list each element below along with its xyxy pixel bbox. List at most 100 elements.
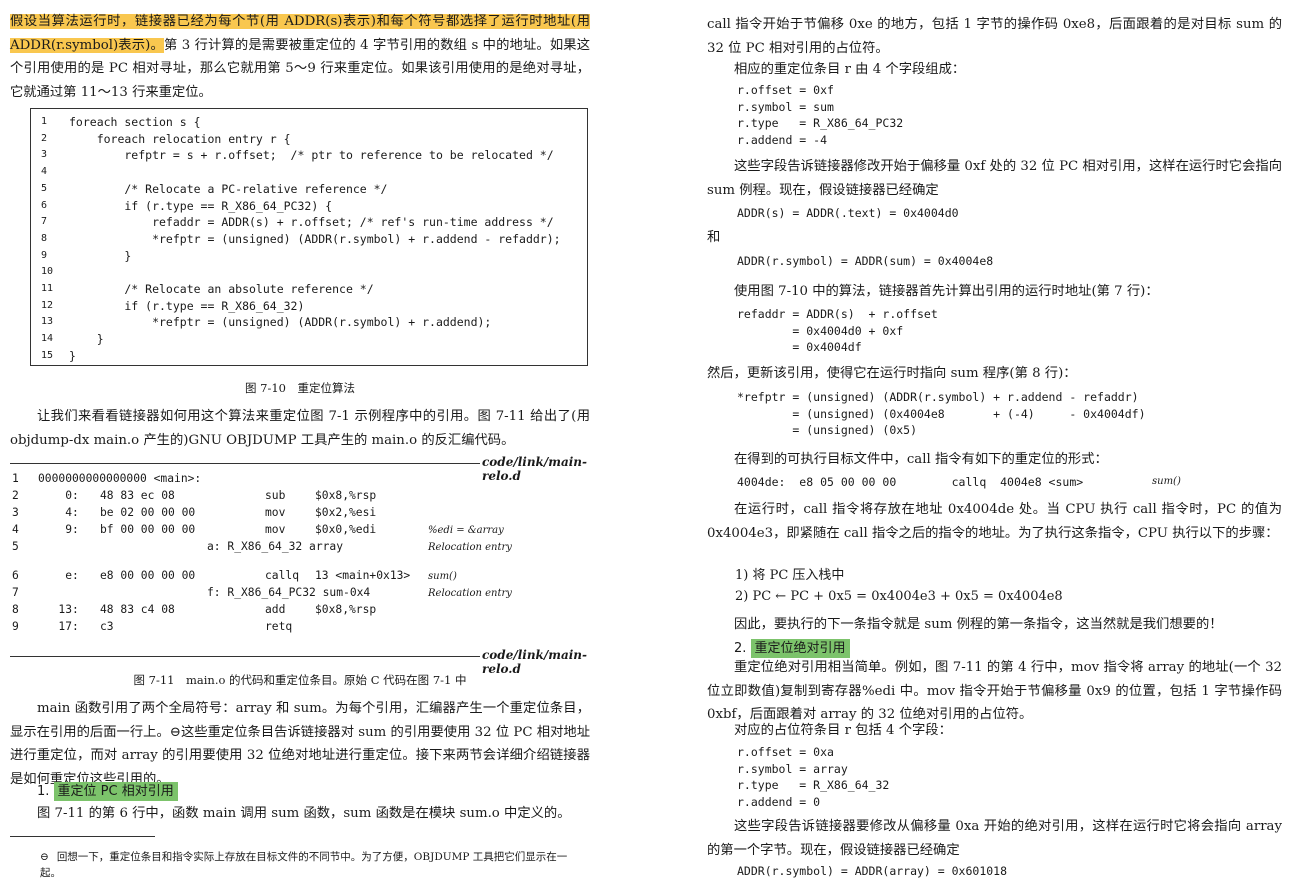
paragraph-update-reference: 然后，更新该引用，使得它在运行时指向 sum 程序(第 8 行)：: [707, 366, 1077, 381]
paragraph-global-symbols: main 函数引用了两个全局符号：array 和 sum。为每个引用，汇编器产生…: [10, 701, 590, 787]
section-heading-absolute: 2. 重定位绝对引用: [734, 637, 850, 658]
equation-addr-s: ADDR(s) = ADDR(.text) = 0x4004d0: [737, 206, 959, 220]
listing-line-number: 9: [12, 620, 19, 633]
code-line: /* Relocate a PC-relative reference */: [69, 181, 388, 196]
paragraph-algorithm-intro: 假设当算法运行时，链接器已经为每个节(用 ADDR(s)表示)和每个符号都选择了…: [10, 10, 590, 104]
listing-operands: $0x0,%edi: [315, 523, 377, 536]
code-line-number: 14: [41, 333, 54, 345]
listing-bytes: be 02 00 00 00: [100, 506, 196, 519]
code-line: /* Relocate an absolute reference */: [69, 282, 374, 296]
code-line-number: 15: [41, 349, 54, 361]
listing-opcode: retq: [265, 620, 293, 633]
listing-opcode: callq: [265, 569, 300, 582]
figure-7-10-code-box: 1 foreach section s { 2 foreach relocation…: [30, 108, 588, 366]
listing-address: 0000000000000000 <main>:: [38, 472, 202, 485]
code-line: *refptr = (unsigned) (ADDR(r.symbol) + r…: [69, 231, 561, 246]
code-line: foreach relocation entry r {: [69, 131, 291, 146]
listing-annotation: Relocation entry: [428, 542, 512, 553]
code-line-number: 5: [41, 182, 48, 194]
footnote-mark: ⊖: [40, 851, 49, 863]
listing-opcode: sub: [265, 489, 286, 502]
code-line: refaddr = ADDR(s) + r.offset; /* ref's r…: [69, 215, 554, 230]
figure-7-10-caption: 图 7-10 重定位算法: [245, 381, 355, 395]
refptr-computation: *refptr = (unsigned) (ADDR(r.symbol) + r…: [737, 390, 1146, 437]
footnote-rule: [10, 836, 155, 837]
step-push-pc: 1) 将 PC 压入栈中: [735, 568, 845, 583]
listing-line-number: 7: [12, 586, 19, 599]
code-line-number: 13: [41, 316, 54, 328]
listing-bytes: 48 83 ec 08: [100, 489, 175, 502]
section-number: 1.: [37, 784, 50, 799]
listing-line-number: 2: [12, 489, 19, 502]
listing-address: e:: [38, 569, 79, 582]
listing-relocation: f: R_X86_64_PC32 sum-0x4: [207, 586, 371, 599]
listing-line-number: 3: [12, 506, 19, 519]
reloc-fields-array: r.offset = 0xa r.symbol = array r.type =…: [737, 745, 890, 809]
disassembly-listing: 1 0000000000000000 <main>: 2 0: 48 83 ec 08…: [10, 472, 590, 647]
paragraph-absolute-meaning: 这些字段告诉链接器要修改从偏移量 0xa 开始的绝对引用，这样在运行时它将会指向…: [707, 819, 1282, 858]
code-line: foreach section s {: [69, 115, 201, 129]
listing-address: 4:: [38, 506, 79, 519]
footnote-text: 回想一下，重定位条目和指令实际上存放在目标文件的不同节中。为了方便，OBJDUM…: [40, 851, 568, 879]
listing-line-number: 5: [12, 540, 19, 553]
call-relocated-form: 4004de: e8 05 00 00 00 callq 4004e8 <sum…: [737, 475, 1084, 489]
code-line-number: 3: [41, 149, 48, 161]
listing-relocation: a: R_X86_64_32 array: [207, 540, 344, 553]
listing-annotation: %edi = &array: [428, 525, 504, 536]
top-rule-main-relo: [10, 463, 480, 464]
listing-annotation: sum(): [428, 571, 457, 582]
code-line-number: 10: [41, 266, 54, 278]
listing-bytes: bf 00 00 00 00: [100, 523, 196, 536]
code-line-number: 8: [41, 232, 48, 244]
code-line-number: 1: [41, 116, 48, 127]
listing-annotation: Relocation entry: [428, 588, 512, 599]
code-line: *refptr = (unsigned) (ADDR(r.symbol) + r…: [69, 315, 492, 330]
listing-opcode: mov: [265, 523, 286, 536]
paragraph-absolute-reference: 重定位绝对引用相当简单。例如，图 7-11 的第 4 行中，mov 指令将 ar…: [707, 660, 1282, 722]
paragraph-reloc-entry-fields: 相应的重定位条目 r 由 4 个字段组成：: [734, 62, 966, 77]
paragraph-executable-form: 在得到的可执行目标文件中，call 指令有如下的重定位的形式：: [734, 452, 1108, 467]
listing-address: 0:: [38, 489, 79, 502]
code-line-number: 11: [41, 283, 54, 294]
paragraph-main-calls-sum: 图 7-11 的第 6 行中，函数 main 调用 sum 函数，sum 函数是…: [37, 806, 571, 821]
listing-operands: $0x2,%esi: [315, 506, 377, 519]
listing-bytes: c3: [100, 620, 114, 633]
listing-line-number: 8: [12, 603, 19, 616]
listing-operands: 13 <main+0x13>: [315, 569, 411, 582]
code-line-number: 4: [41, 166, 48, 178]
code-line-number: 2: [41, 132, 48, 144]
paragraph-objdump-intro: 让我们来看看链接器如何用这个算法来重定位图 7-1 示例程序中的引用。图 7-1…: [10, 409, 590, 448]
section-heading-pc-relative: 1. 重定位 PC 相对引用: [37, 780, 178, 801]
paragraph-next-instruction: 因此，要执行的下一条指令就是 sum 例程的第一条指令，这当然就是我们想要的！: [734, 617, 1223, 632]
listing-address: 9:: [38, 523, 79, 536]
code-line: refptr = s + r.offset; /* ptr to referen…: [69, 148, 554, 163]
footnote: ⊖ 回想一下，重定位条目和指令实际上存放在目标文件的不同节中。为了方便，OBJDU…: [40, 849, 588, 881]
section-number: 2.: [734, 641, 747, 656]
text-and: 和: [707, 230, 721, 245]
listing-opcode: mov: [265, 506, 286, 519]
code-line: }: [69, 332, 104, 347]
paragraph-runtime-call: 在运行时，call 指令将存放在地址 0x4004de 处。当 CPU 执行 c…: [707, 502, 1282, 541]
listing-address: 17:: [38, 620, 79, 633]
listing-address: 13:: [38, 603, 79, 616]
section-title: 重定位 PC 相对引用: [53, 782, 178, 801]
step-update-pc: 2) PC ← PC + 0x5 = 0x4004e3 + 0x5 = 0x40…: [735, 589, 1063, 604]
paragraph-fields-meaning: 这些字段告诉链接器修改开始于偏移量 0xf 处的 32 位 PC 相对引用，这样…: [707, 159, 1282, 198]
paragraph-compute-refaddr: 使用图 7-10 中的算法，链接器首先计算出引用的运行时地址(第 7 行)：: [734, 284, 1159, 299]
code-line-number: 7: [41, 216, 48, 228]
book-page-spread: 假设当算法运行时，链接器已经为每个节(用 ADDR(s)表示)和每个符号都选择了…: [0, 0, 1298, 887]
call-note-sum: sum(): [1152, 476, 1181, 487]
listing-bytes: e8 00 00 00 00: [100, 569, 196, 582]
listing-opcode: add: [265, 603, 286, 616]
code-line: }: [69, 348, 76, 363]
paragraph-call-instruction: call 指令开始于节偏移 0xe 的地方，包括 1 字节的操作码 0xe8，后…: [707, 17, 1282, 56]
reloc-fields-sum: r.offset = 0xf r.symbol = sum r.type = R…: [737, 83, 904, 147]
listing-operands: $0x8,%rsp: [315, 603, 377, 616]
refaddr-computation: refaddr = ADDR(s) + r.offset = 0x4004d0 …: [737, 307, 938, 354]
right-page: call 指令开始于节偏移 0xe 的地方，包括 1 字节的操作码 0xe8，后…: [707, 0, 1287, 887]
listing-line-number: 4: [12, 523, 19, 536]
code-line-number: 6: [41, 199, 48, 211]
paragraph-placeholder-fields: 对应的占位符条目 r 包括 4 个字段：: [734, 723, 952, 738]
listing-line-number: 6: [12, 569, 19, 582]
listing-operands: $0x8,%rsp: [315, 489, 377, 502]
